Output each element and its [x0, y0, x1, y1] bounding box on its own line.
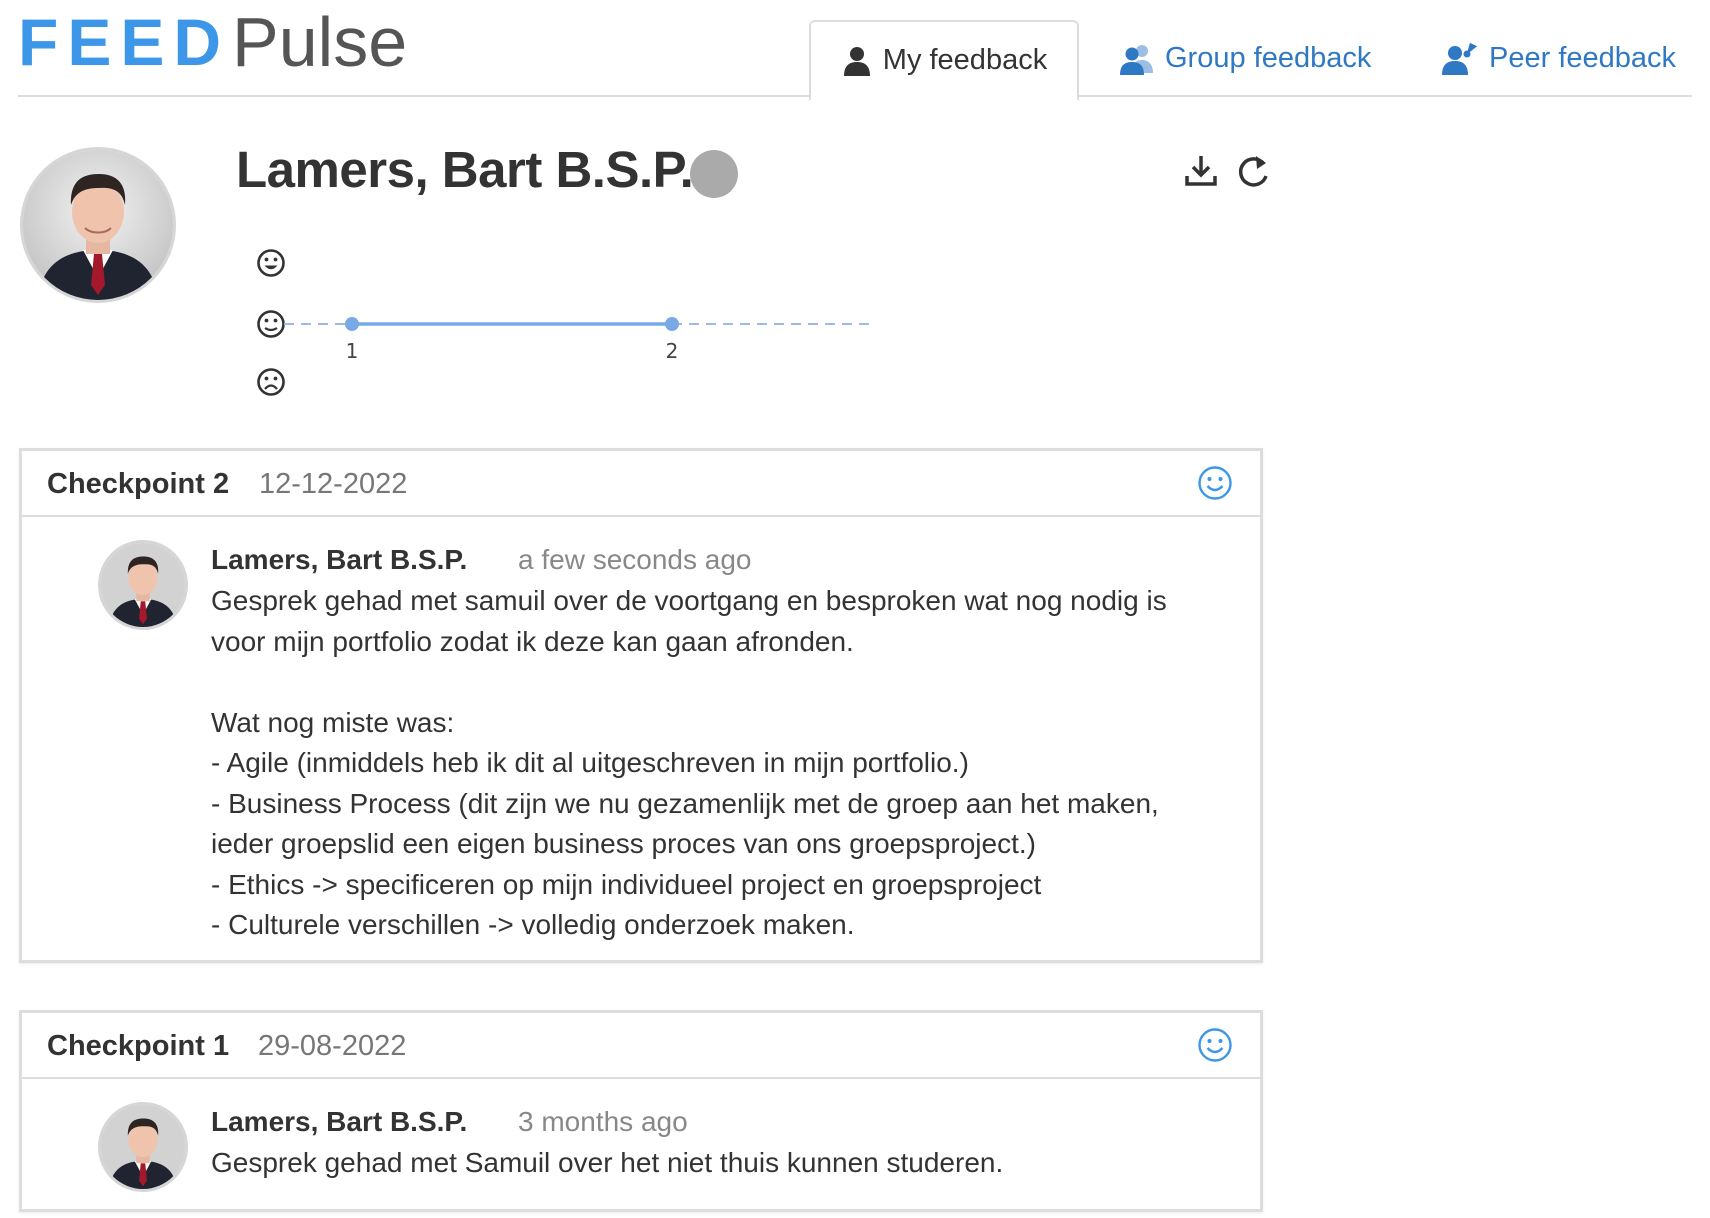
sad-face-icon [257, 368, 285, 396]
checkpoint-date: 29-08-2022 [258, 1030, 407, 1062]
checkpoint-card: Checkpoint 1 29-08-2022 Lamers, Bart B.S… [19, 1010, 1263, 1212]
tab-my-feedback[interactable]: My feedback [809, 20, 1079, 101]
entry-line: Wat nog miste was: [211, 706, 455, 738]
tab-group-feedback[interactable]: Group feedback [1119, 20, 1371, 97]
smile-icon [1198, 466, 1232, 500]
checkpoint-title: Checkpoint 1 [47, 1030, 230, 1062]
entry-line: - Business Process (dit zijn we nu gezam… [211, 787, 1159, 819]
chart-marks: 12 [284, 317, 876, 363]
entry-text: Gesprek gehad met Samuil over het niet t… [211, 1143, 1211, 1184]
entry-line: - Culturele verschillen -> volledig onde… [211, 909, 855, 940]
logo-feed-text: FEED [18, 5, 231, 79]
entry-author: Lamers, Bart B.S.P. [211, 544, 468, 575]
checkpoint-card: Checkpoint 2 12-12-2022 Lamers, Bart B.S… [19, 448, 1263, 963]
entry-text: Gesprek gehad met samuil over de voortga… [211, 581, 1211, 946]
group-icon [1120, 44, 1153, 75]
entry-author: Lamers, Bart B.S.P. [211, 1106, 468, 1137]
peer-icon [1442, 42, 1478, 75]
tab-label: Group feedback [1165, 42, 1372, 74]
download-icon [1185, 156, 1217, 186]
refresh-icon [1238, 156, 1268, 187]
tab-label: My feedback [882, 44, 1048, 76]
smile-icon [1198, 1028, 1232, 1062]
avatar-image [23, 150, 173, 300]
avatar-image [101, 1105, 185, 1189]
tab-peer-feedback[interactable]: Peer feedback [1441, 20, 1676, 97]
checkpoint-date: 12-12-2022 [259, 468, 408, 500]
checkpoint-header[interactable]: Checkpoint 1 29-08-2022 [22, 1013, 1260, 1079]
x-tick-label: 1 [346, 339, 359, 363]
data-point [665, 317, 679, 331]
happy-face-icon [257, 249, 285, 277]
data-point [345, 317, 359, 331]
entry-timestamp: 3 months ago [518, 1106, 688, 1137]
entry-line: - Agile (inmiddels heb ik dit al uitgesc… [211, 747, 969, 778]
tab-label: Peer feedback [1489, 42, 1677, 74]
entry-avatar [98, 1102, 188, 1192]
mood-chart: 12 [257, 249, 876, 396]
profile-avatar [20, 147, 176, 303]
checkpoint-header[interactable]: Checkpoint 2 12-12-2022 [22, 451, 1260, 517]
x-tick-label: 2 [666, 339, 679, 363]
app-logo[interactable]: FEED Pulse [18, 3, 407, 81]
entry-line: ieder groepslid een eigen business proce… [211, 828, 1036, 859]
person-icon [843, 46, 870, 76]
entry-line: - Ethics -> specificeren op mijn individ… [211, 868, 1042, 900]
y-axis-icons [257, 249, 285, 396]
entry-avatar [98, 540, 188, 630]
status-indicator [690, 150, 738, 198]
entry-timestamp: a few seconds ago [518, 544, 752, 575]
avatar-image [101, 543, 185, 627]
checkpoint-title: Checkpoint 2 [47, 468, 230, 500]
entry-line [211, 662, 1211, 703]
profile-name: Lamers, Bart B.S.P. [236, 141, 694, 198]
download-button[interactable] [1181, 152, 1221, 192]
logo-pulse-text: Pulse [232, 3, 408, 81]
neutral-face-icon [257, 310, 285, 338]
entry-line: Gesprek gehad met samuil over de voortga… [211, 585, 1167, 616]
entry-line: voor mijn portfolio zodat ik deze kan ga… [211, 625, 854, 657]
entry-line: Gesprek gehad met Samuil over het niet t… [211, 1147, 1004, 1178]
refresh-button[interactable] [1233, 152, 1273, 192]
